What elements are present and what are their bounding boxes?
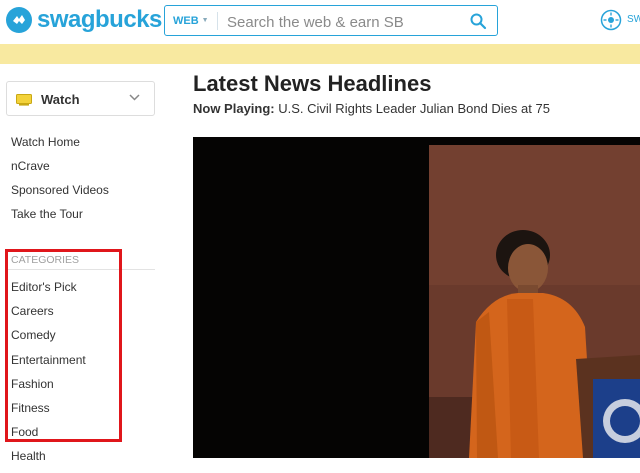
now-playing-label: Now Playing: (193, 101, 275, 116)
swagbucks-sb-icon[interactable] (600, 9, 622, 31)
watch-dropdown[interactable]: Watch (6, 81, 155, 116)
categories-list: Editor's Pick Careers Comedy Entertainme… (11, 279, 86, 473)
logo-text: swagbucks (37, 6, 162, 33)
nav-take-the-tour[interactable]: Take the Tour (11, 206, 109, 230)
chevron-down-icon (129, 94, 140, 101)
nav-sponsored-videos[interactable]: Sponsored Videos (11, 182, 109, 206)
category-fashion[interactable]: Fashion (11, 376, 86, 400)
video-frame (193, 137, 640, 458)
now-playing-title: U.S. Civil Rights Leader Julian Bond Die… (278, 101, 550, 116)
tv-icon (16, 94, 32, 106)
categories-heading: CATEGORIES (11, 254, 80, 266)
search-scope-label: WEB (173, 15, 199, 27)
search-divider (217, 12, 218, 30)
category-food[interactable]: Food (11, 424, 86, 448)
nav-ncrave[interactable]: nCrave (11, 158, 109, 182)
swagbucks-logo[interactable]: swagbucks (6, 6, 162, 34)
watch-dropdown-label: Watch (41, 92, 80, 107)
category-entertainment[interactable]: Entertainment (11, 352, 86, 376)
promo-banner (0, 44, 640, 64)
video-player[interactable] (193, 137, 640, 458)
search-bar: WEB ▼ (164, 5, 498, 36)
caret-down-icon: ▼ (201, 17, 209, 24)
category-careers[interactable]: Careers (11, 303, 86, 327)
nav-watch-home[interactable]: Watch Home (11, 134, 109, 158)
page-title: Latest News Headlines (193, 71, 432, 96)
logo-mark-icon (6, 7, 32, 33)
search-input[interactable] (225, 11, 459, 33)
sb-balance-label[interactable]: SW (627, 14, 640, 25)
categories-divider (6, 269, 155, 270)
category-health[interactable]: Health (11, 448, 86, 472)
category-editors-pick[interactable]: Editor's Pick (11, 279, 86, 303)
category-fitness[interactable]: Fitness (11, 400, 86, 424)
category-comedy[interactable]: Comedy (11, 327, 86, 351)
search-icon (470, 13, 487, 30)
search-scope-dropdown[interactable]: WEB ▼ (173, 15, 209, 27)
search-button[interactable] (469, 12, 487, 30)
watch-nav: Watch Home nCrave Sponsored Videos Take … (11, 134, 109, 230)
top-bar: swagbucks WEB▼ SW (0, 0, 640, 44)
now-playing: Now Playing: U.S. Civil Rights Leader Ju… (193, 101, 550, 116)
